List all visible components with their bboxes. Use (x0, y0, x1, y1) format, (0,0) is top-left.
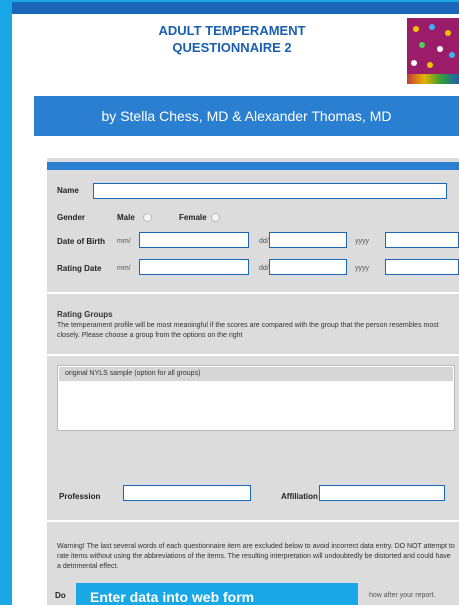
dob-label: Date of Birth (57, 237, 105, 246)
rating-year-unit: yyyy (355, 265, 369, 272)
form-header-bar (47, 162, 459, 170)
section-divider-1 (47, 292, 459, 294)
section-divider-3 (47, 520, 459, 522)
section-divider-2 (47, 354, 459, 356)
female-label: Female (179, 213, 207, 222)
profession-input[interactable] (123, 485, 251, 501)
authors-bar: by Stella Chess, MD & Alexander Thomas, … (34, 96, 459, 136)
dob-month-unit: mm/ (117, 238, 131, 245)
partial-right-text: how after your report. (369, 592, 436, 599)
rating-month-unit: mm/ (117, 265, 131, 272)
questionnaire-page: ADULT TEMPERAMENT QUESTIONNAIRE 2 by Ste… (12, 2, 459, 605)
rating-year-input[interactable] (385, 259, 459, 275)
rating-month-input[interactable] (139, 259, 249, 275)
dob-year-unit: yyyy (355, 238, 369, 245)
dob-month-input[interactable] (139, 232, 249, 248)
male-radio[interactable] (143, 213, 152, 222)
warning-text: Warning! The last several words of each … (57, 543, 455, 570)
dob-year-input[interactable] (385, 232, 459, 248)
gender-label: Gender (57, 213, 86, 222)
norms-description: The temperament profile will be most mea… (57, 322, 439, 339)
affiliation-label: Affiliation (281, 492, 318, 501)
dob-day-unit: dd/ (259, 238, 269, 245)
male-label: Male (117, 213, 135, 222)
norm-group-listbox[interactable]: original NYLS sample (option for all gro… (57, 365, 455, 431)
name-input[interactable] (93, 183, 447, 199)
rating-day-unit: dd/ (259, 265, 269, 272)
affiliation-input[interactable] (319, 485, 445, 501)
dob-day-input[interactable] (269, 232, 347, 248)
questionnaire-logo (407, 18, 459, 84)
logo-color-strip (407, 74, 459, 84)
norm-group-selected-option[interactable]: original NYLS sample (option for all gro… (59, 367, 453, 381)
female-radio[interactable] (211, 213, 220, 222)
norms-heading: Rating Groups (57, 310, 113, 319)
top-blue-bar (12, 2, 459, 14)
rating-day-input[interactable] (269, 259, 347, 275)
enter-data-banner: Enter data into web form (76, 583, 358, 605)
rating-date-label: Rating Date (57, 264, 102, 273)
title-line-2: QUESTIONNAIRE 2 (172, 40, 292, 55)
name-label: Name (57, 186, 79, 195)
partial-left-text: Do (55, 591, 66, 600)
form-panel: Name Gender Male Female Date of Birth mm… (47, 158, 459, 605)
page-title: ADULT TEMPERAMENT QUESTIONNAIRE 2 (112, 22, 352, 56)
profession-label: Profession (59, 492, 101, 501)
title-line-1: ADULT TEMPERAMENT (158, 23, 306, 38)
